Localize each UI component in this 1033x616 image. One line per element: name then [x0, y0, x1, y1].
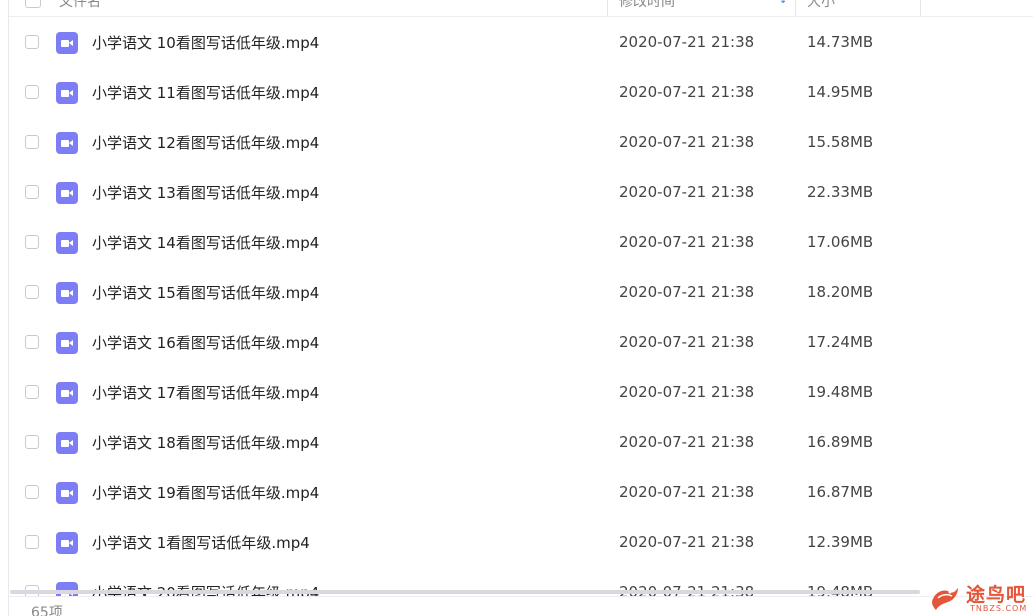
file-name[interactable]: 小学语文 16看图写话低年级.mp4 [92, 332, 319, 353]
row-checkbox[interactable] [25, 85, 39, 99]
item-count: 65项 [31, 605, 63, 616]
row-checkbox[interactable] [25, 185, 39, 199]
table-row[interactable]: 小学语文 14看图写话低年级.mp4 2020-07-21 21:38 17.06M… [9, 217, 1033, 267]
row-checkbox[interactable] [25, 235, 39, 249]
file-size: 15.58MB [807, 133, 874, 151]
video-file-icon [56, 82, 78, 104]
watermark-subtext: TNBZS.COM [970, 604, 1028, 613]
table-row[interactable]: 小学语文 17看图写话低年级.mp4 2020-07-21 21:38 19.48M… [9, 367, 1033, 417]
file-size: 22.33MB [807, 183, 874, 201]
column-divider[interactable] [920, 0, 921, 16]
file-modified-time: 2020-07-21 21:38 [619, 83, 755, 101]
table-row[interactable]: 小学语文 15看图写话低年级.mp4 2020-07-21 21:38 18.20M… [9, 267, 1033, 317]
table-row[interactable]: 小学语文 18看图写话低年级.mp4 2020-07-21 21:38 16.89M… [9, 417, 1033, 467]
file-size: 16.89MB [807, 433, 874, 451]
file-list-window: 文件名 修改时间 ↓ 大小 小学语文 10看图写话低年级.mp4 2020-07-… [0, 0, 1033, 616]
file-table-body: 小学语文 10看图写话低年级.mp4 2020-07-21 21:38 14.73M… [9, 17, 1033, 616]
file-size: 17.06MB [807, 233, 874, 251]
row-checkbox[interactable] [25, 35, 39, 49]
file-size: 16.87MB [807, 483, 874, 501]
file-modified-time: 2020-07-21 21:38 [619, 33, 755, 51]
column-header-time[interactable]: 修改时间 [619, 0, 675, 11]
file-size: 12.39MB [807, 533, 874, 551]
file-name[interactable]: 小学语文 1看图写话低年级.mp4 [92, 532, 310, 553]
column-divider[interactable] [795, 0, 796, 16]
row-checkbox[interactable] [25, 285, 39, 299]
row-checkbox[interactable] [25, 385, 39, 399]
table-row[interactable]: 小学语文 12看图写话低年级.mp4 2020-07-21 21:38 15.58M… [9, 117, 1033, 167]
file-modified-time: 2020-07-21 21:38 [619, 383, 755, 401]
file-size: 17.24MB [807, 333, 874, 351]
file-name[interactable]: 小学语文 11看图写话低年级.mp4 [92, 82, 319, 103]
horizontal-scrollbar[interactable] [10, 590, 920, 594]
column-header-size[interactable]: 大小 [807, 0, 835, 11]
video-file-icon [56, 382, 78, 404]
row-checkbox[interactable] [25, 435, 39, 449]
video-file-icon [56, 32, 78, 54]
file-modified-time: 2020-07-21 21:38 [619, 283, 755, 301]
file-name[interactable]: 小学语文 14看图写话低年级.mp4 [92, 232, 319, 253]
video-file-icon [56, 132, 78, 154]
file-name[interactable]: 小学语文 13看图写话低年级.mp4 [92, 182, 319, 203]
sort-desc-icon[interactable]: ↓ [779, 0, 787, 6]
file-size: 14.73MB [807, 33, 874, 51]
file-name[interactable]: 小学语文 12看图写话低年级.mp4 [92, 132, 319, 153]
video-file-icon [56, 232, 78, 254]
file-modified-time: 2020-07-21 21:38 [619, 533, 755, 551]
table-row[interactable]: 小学语文 11看图写话低年级.mp4 2020-07-21 21:38 14.95M… [9, 67, 1033, 117]
bird-logo-icon [932, 588, 958, 610]
watermark-text: 途鸟吧 [966, 584, 1027, 606]
file-modified-time: 2020-07-21 21:38 [619, 483, 755, 501]
file-modified-time: 2020-07-21 21:38 [619, 333, 755, 351]
row-checkbox[interactable] [25, 135, 39, 149]
file-modified-time: 2020-07-21 21:38 [619, 183, 755, 201]
row-checkbox[interactable] [25, 335, 39, 349]
column-divider[interactable] [607, 0, 608, 16]
file-name[interactable]: 小学语文 19看图写话低年级.mp4 [92, 482, 319, 503]
file-size: 14.95MB [807, 83, 874, 101]
table-row[interactable]: 小学语文 19看图写话低年级.mp4 2020-07-21 21:38 16.87M… [9, 467, 1033, 517]
file-name[interactable]: 小学语文 10看图写话低年级.mp4 [92, 32, 319, 53]
video-file-icon [56, 532, 78, 554]
video-file-icon [56, 282, 78, 304]
status-bar: 65项 [9, 596, 1033, 616]
file-modified-time: 2020-07-21 21:38 [619, 433, 755, 451]
table-row[interactable]: 小学语文 16看图写话低年级.mp4 2020-07-21 21:38 17.24M… [9, 317, 1033, 367]
file-name[interactable]: 小学语文 18看图写话低年级.mp4 [92, 432, 319, 453]
table-row[interactable]: 小学语文 1看图写话低年级.mp4 2020-07-21 21:38 12.39MB [9, 517, 1033, 567]
select-all-checkbox[interactable] [25, 0, 41, 8]
table-row[interactable]: 小学语文 10看图写话低年级.mp4 2020-07-21 21:38 14.73M… [9, 17, 1033, 67]
watermark: 途鸟吧 TNBZS.COM [928, 578, 1033, 616]
row-checkbox[interactable] [25, 535, 39, 549]
file-size: 18.20MB [807, 283, 874, 301]
file-modified-time: 2020-07-21 21:38 [619, 233, 755, 251]
table-header: 文件名 修改时间 ↓ 大小 [9, 0, 1033, 17]
video-file-icon [56, 182, 78, 204]
file-name[interactable]: 小学语文 17看图写话低年级.mp4 [92, 382, 319, 403]
row-checkbox[interactable] [25, 485, 39, 499]
file-size: 19.48MB [807, 383, 874, 401]
video-file-icon [56, 332, 78, 354]
file-name[interactable]: 小学语文 15看图写话低年级.mp4 [92, 282, 319, 303]
scrollbar-thumb[interactable] [10, 590, 920, 594]
file-modified-time: 2020-07-21 21:38 [619, 133, 755, 151]
table-row[interactable]: 小学语文 13看图写话低年级.mp4 2020-07-21 21:38 22.33M… [9, 167, 1033, 217]
video-file-icon [56, 432, 78, 454]
column-header-name[interactable]: 文件名 [59, 0, 101, 11]
video-file-icon [56, 482, 78, 504]
